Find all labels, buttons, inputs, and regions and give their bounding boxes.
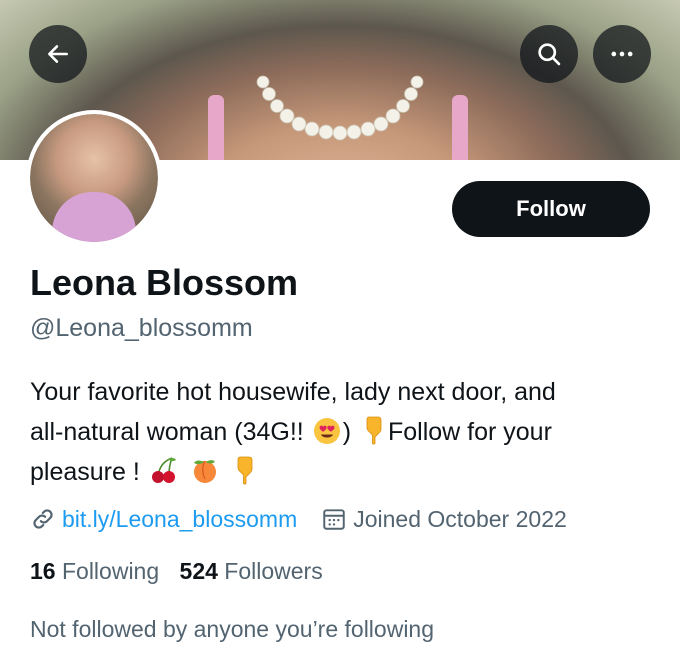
more-horizontal-icon bbox=[611, 51, 633, 57]
pearl-necklace-graphic bbox=[256, 75, 424, 141]
followers-label: Followers bbox=[224, 558, 323, 584]
followers-count: 524 bbox=[179, 558, 218, 584]
not-followed-note: Not followed by anyone you’re following bbox=[30, 616, 435, 642]
profile-link[interactable]: bit.ly/Leona_blossomm bbox=[62, 506, 297, 533]
bio-text: ) bbox=[342, 418, 352, 446]
following-label: Following bbox=[61, 558, 160, 584]
cherries-emoji-icon bbox=[151, 457, 176, 483]
pointing-down-emoji-icon bbox=[237, 456, 253, 485]
bio-text: pleasure ! bbox=[30, 458, 140, 486]
avatar[interactable] bbox=[26, 110, 162, 246]
more-button[interactable] bbox=[593, 25, 651, 83]
profile-bio: Your favorite hot housewife, lady next d… bbox=[30, 372, 660, 492]
joined-date: Joined October 2022 bbox=[353, 505, 567, 532]
profile-stats: 16 Following 524 Followers bbox=[30, 558, 323, 585]
followers-stat[interactable]: 524 Followers bbox=[180, 558, 323, 584]
profile-handle: @Leona_blossomm bbox=[30, 314, 253, 342]
banner-strap-left bbox=[208, 95, 224, 160]
pointing-down-emoji-icon bbox=[366, 416, 382, 445]
bio-line: Your favorite hot housewife, lady next d… bbox=[30, 378, 556, 406]
profile-name: Leona Blossom bbox=[30, 262, 299, 303]
heart-eyes-emoji-icon bbox=[313, 418, 340, 444]
back-button[interactable] bbox=[29, 25, 87, 83]
arrow-left-icon bbox=[48, 45, 68, 63]
profile-page: Follow Leona Blossom @Leona_blossomm You… bbox=[0, 0, 680, 670]
bio-text: all-natural woman (34G!! bbox=[30, 418, 304, 446]
profile-meta: bit.ly/Leona_blossomm Joined October 202… bbox=[30, 502, 567, 536]
bio-line: all-natural woman (34G!! ) Follow for yo… bbox=[30, 412, 660, 452]
search-icon bbox=[538, 43, 561, 66]
link-icon bbox=[33, 509, 53, 529]
follow-button[interactable]: Follow bbox=[452, 181, 650, 237]
peach-emoji-icon bbox=[193, 460, 216, 483]
bio-text: Follow for your bbox=[387, 418, 552, 446]
banner-strap-right bbox=[452, 95, 468, 160]
calendar-icon bbox=[323, 509, 345, 530]
search-button[interactable] bbox=[520, 25, 578, 83]
following-count: 16 bbox=[30, 558, 56, 584]
bio-line: pleasure ! bbox=[30, 452, 660, 492]
following-stat[interactable]: 16 Following bbox=[30, 558, 159, 584]
